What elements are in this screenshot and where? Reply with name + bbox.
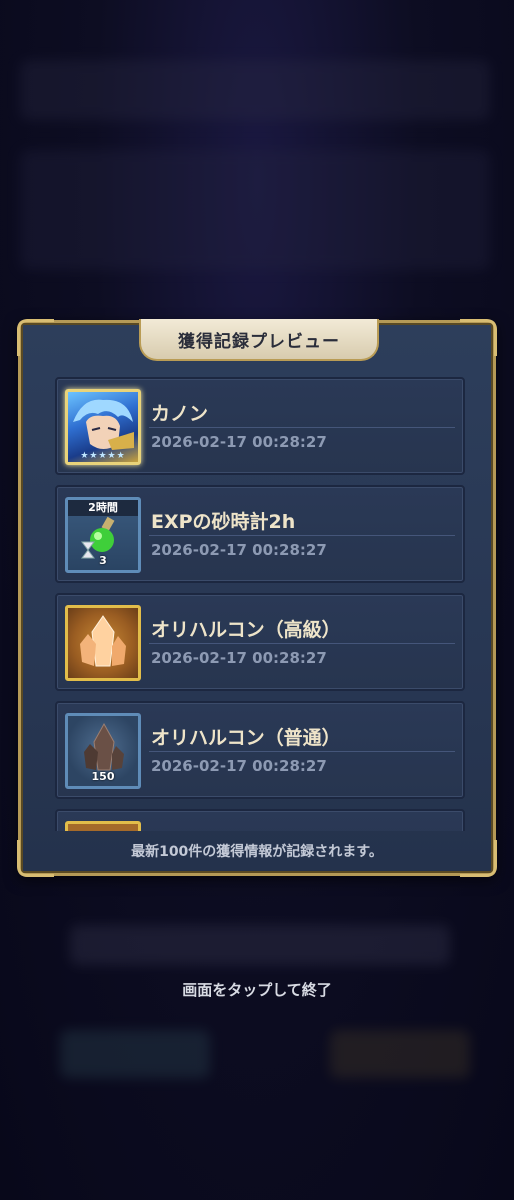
background-header — [20, 60, 490, 120]
background-card — [20, 150, 490, 270]
rarity-stars: ★★★★★ — [80, 451, 126, 461]
list-item[interactable]: 150 オリハルコン（普通） 2026-02-17 00:28:27 — [55, 701, 465, 799]
list-item[interactable]: ★★★★★ カノン 2026-02-17 00:28:27 — [55, 377, 465, 475]
partial-item-icon — [65, 821, 141, 831]
item-count: 3 — [99, 554, 107, 567]
character-portrait-icon: ★★★★★ — [65, 389, 141, 465]
item-date: 2026-02-17 00:28:27 — [151, 757, 327, 775]
row-divider — [149, 535, 455, 536]
record-limit-note: 最新100件の獲得情報が記録されます。 — [131, 844, 383, 860]
item-name: オリハルコン（普通） — [151, 727, 341, 749]
panel-corner-ornament — [17, 319, 54, 356]
hourglass-potion-icon: 2時間 3 — [65, 497, 141, 573]
item-count: 150 — [91, 770, 115, 783]
background-button-left — [60, 1030, 210, 1078]
list-item[interactable] — [55, 809, 465, 831]
panel-corner-ornament — [460, 319, 497, 356]
item-name: カノン — [151, 403, 209, 425]
tap-to-close-hint[interactable]: 画面をタップして終了 — [0, 979, 514, 1000]
dark-crystal-icon: 150 — [65, 713, 141, 789]
background-button-right — [330, 1030, 470, 1078]
row-divider — [149, 427, 455, 428]
row-divider — [149, 751, 455, 752]
orichalcum-crystal-icon — [65, 605, 141, 681]
panel-title: 獲得記録プレビュー — [139, 319, 379, 361]
row-divider — [149, 643, 455, 644]
background-bar — [70, 925, 450, 965]
item-name: EXPの砂時計2h — [151, 511, 296, 533]
list-item[interactable]: オリハルコン（高級） 2026-02-17 00:28:27 — [55, 593, 465, 691]
record-list[interactable]: ★★★★★ カノン 2026-02-17 00:28:27 2時間 3 EXPの… — [55, 377, 465, 831]
item-name: オリハルコン（高級） — [151, 619, 341, 641]
item-date: 2026-02-17 00:28:27 — [151, 649, 327, 667]
item-date: 2026-02-17 00:28:27 — [151, 433, 327, 451]
item-date: 2026-02-17 00:28:27 — [151, 541, 327, 559]
acquisition-record-panel: 獲得記録プレビュー ★★★★★ カノン 2026-02-17 00:28:27 … — [17, 319, 497, 877]
list-item[interactable]: 2時間 3 EXPの砂時計2h 2026-02-17 00:28:27 — [55, 485, 465, 583]
